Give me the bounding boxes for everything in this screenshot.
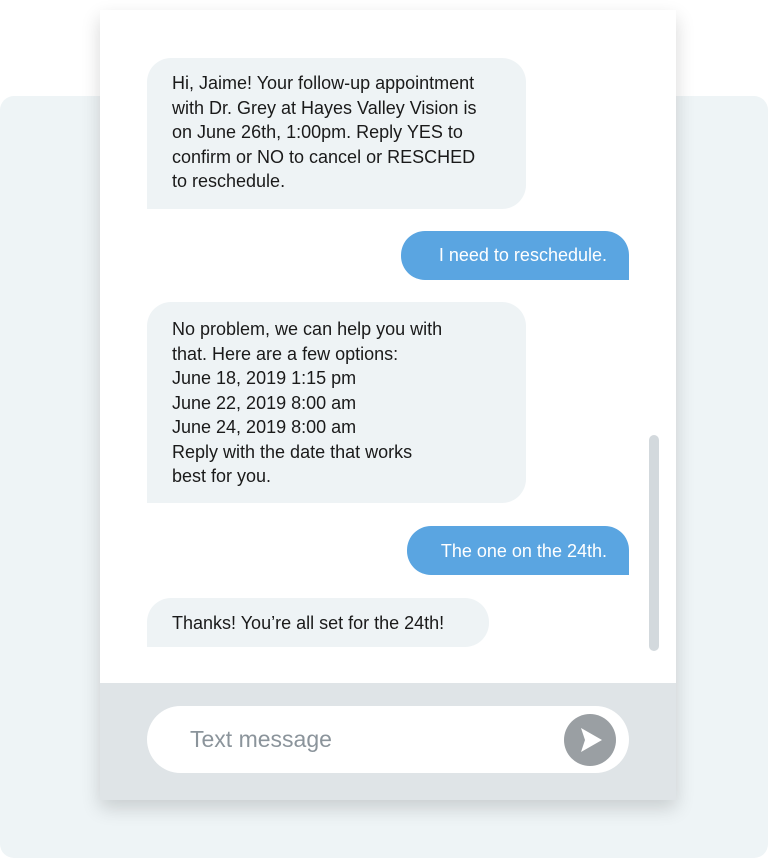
send-button[interactable]	[564, 714, 616, 766]
message-text-line: confirm or NO to cancel or RESCHED	[172, 146, 476, 167]
text-message-input[interactable]: Text message	[147, 706, 629, 773]
message-text-line: June 22, 2019 8:00 am	[172, 392, 357, 413]
send-arrow-icon	[581, 728, 602, 752]
message-text-line: best for you.	[172, 466, 272, 486]
message-thread[interactable]: Hi, Jaime! Your follow-up appointment wi…	[100, 10, 676, 683]
message-text-line: Thanks! You’re all set for the 24th!	[172, 613, 445, 633]
incoming-message-bubble: Hi, Jaime! Your follow-up appointment wi…	[147, 58, 526, 209]
input-placeholder: Text message	[190, 726, 332, 752]
message-text-line: I need to reschedule.	[438, 245, 607, 265]
message-text-line: that. Here are a few options:	[172, 343, 399, 364]
message-text-line: to reschedule.	[172, 171, 286, 191]
message-text-line: Reply with the date that works	[172, 441, 413, 462]
incoming-message-bubble: Thanks! You’re all set for the 24th!	[147, 598, 489, 647]
message-text-line: The one on the 24th.	[440, 541, 607, 561]
outgoing-message-bubble: I need to reschedule.	[401, 231, 629, 280]
message-text-line: Hi, Jaime! Your follow-up appointment	[172, 73, 475, 93]
outgoing-message-bubble: The one on the 24th.	[407, 526, 629, 575]
messaging-window: Hi, Jaime! Your follow-up appointment wi…	[100, 10, 676, 800]
thread-scrollbar[interactable]	[649, 435, 659, 651]
message-text-line: No problem, we can help you with	[172, 319, 443, 339]
message-text-line: on June 26th, 1:00pm. Reply YES to	[172, 122, 463, 142]
composer-bar: Text message	[100, 683, 676, 800]
incoming-message-bubble: No problem, we can help you with that. H…	[147, 302, 526, 503]
message-text-line: with Dr. Grey at Hayes Valley Vision is	[172, 97, 477, 118]
message-text-line: June 24, 2019 8:00 am	[172, 417, 357, 437]
message-text-line: June 18, 2019 1:15 pm	[172, 368, 357, 388]
